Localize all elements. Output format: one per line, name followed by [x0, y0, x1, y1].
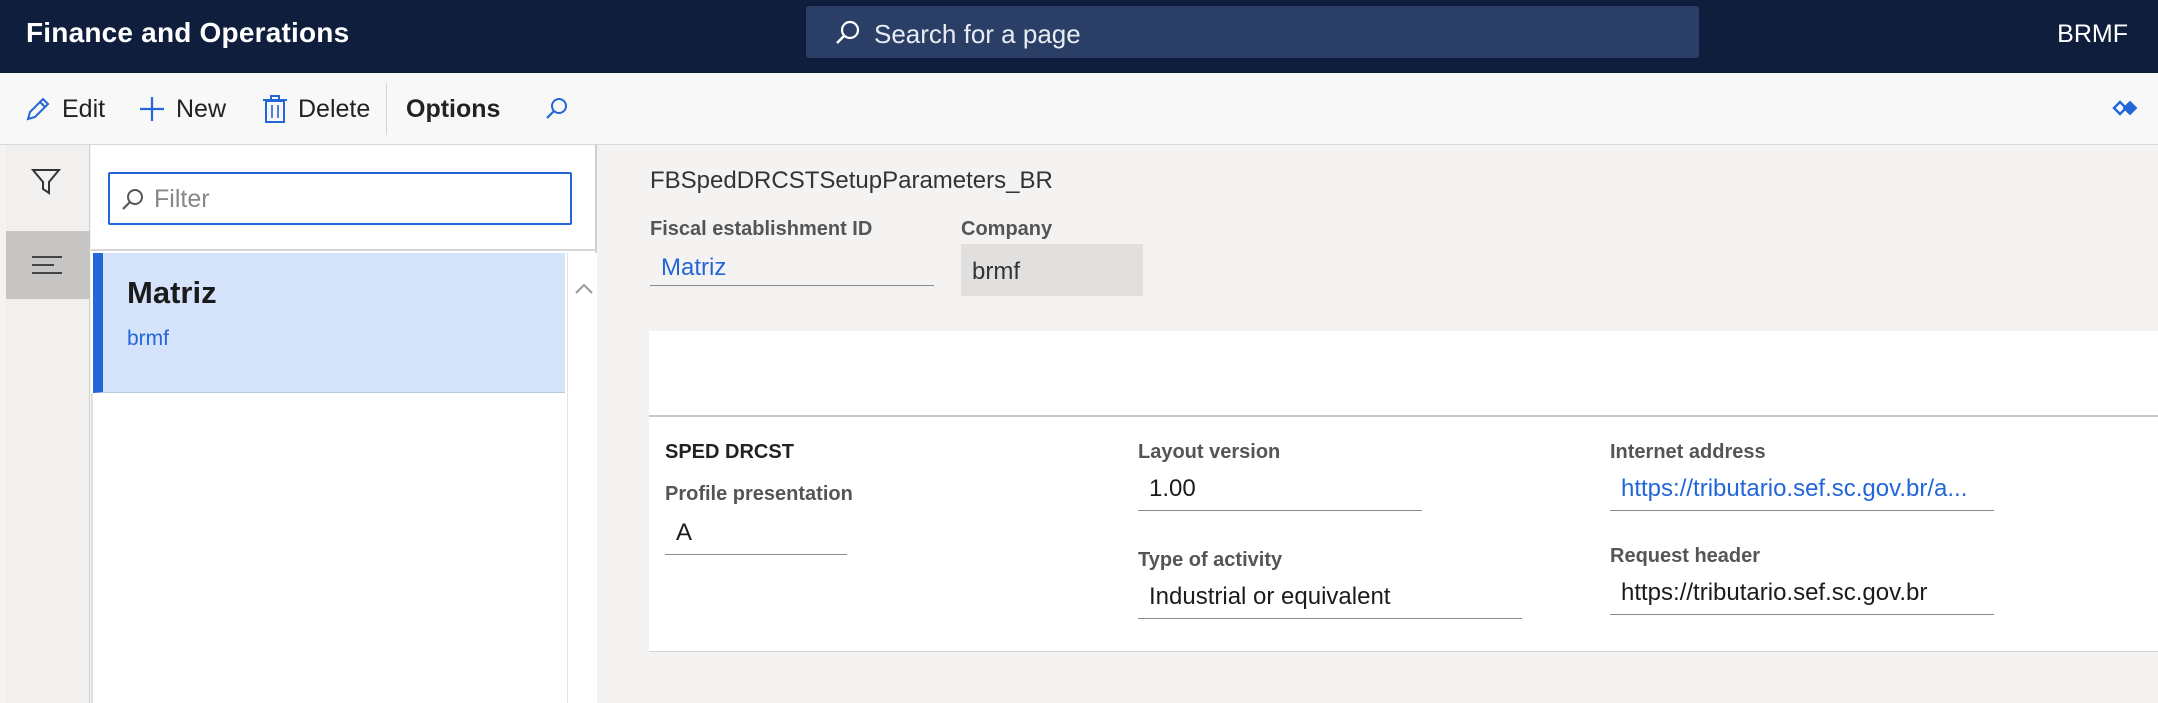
profile-presentation-field[interactable]: A: [665, 511, 847, 555]
filter-icon[interactable]: [30, 167, 62, 197]
list-divider: [91, 249, 597, 251]
top-navbar: Finance and Operations Search for a page…: [0, 0, 2158, 73]
list-scrollbar[interactable]: [567, 253, 597, 703]
filter-field[interactable]: [108, 172, 572, 225]
type-of-activity-field[interactable]: Industrial or equivalent: [1138, 575, 1522, 619]
action-divider: [386, 83, 387, 135]
edit-button[interactable]: Edit: [24, 91, 105, 127]
list-empty-area: [91, 393, 565, 703]
left-rail: [6, 145, 90, 703]
list-toggle[interactable]: [6, 231, 90, 299]
new-label: New: [176, 94, 227, 123]
company-label: Company: [961, 218, 1053, 240]
internet-address-field[interactable]: https://tributario.sef.sc.gov.br/a...: [1610, 467, 1994, 511]
search-icon: [122, 189, 143, 210]
edit-label: Edit: [62, 94, 106, 123]
list-icon: [32, 256, 62, 274]
form-header-card: [649, 331, 2158, 417]
request-header-field[interactable]: https://tributario.sef.sc.gov.br: [1610, 571, 1994, 615]
options-tab[interactable]: Options: [406, 91, 500, 127]
new-button[interactable]: New: [138, 91, 226, 127]
section-title: SPED DRCST: [665, 441, 794, 463]
record-list-panel: Matriz brmf: [91, 145, 597, 703]
profile-presentation-label: Profile presentation: [665, 483, 853, 505]
request-header-label: Request header: [1610, 545, 1761, 567]
delete-button[interactable]: Delete: [262, 91, 370, 127]
plus-icon: [140, 97, 164, 121]
details-pane: FBSpedDRCSTSetupParameters_BR Fiscal est…: [599, 145, 2158, 703]
delete-icon: [263, 95, 287, 123]
filter-input[interactable]: [154, 184, 554, 214]
list-item-title: Matriz: [127, 275, 217, 310]
fiscal-establishment-label: Fiscal establishment ID: [650, 218, 873, 240]
form-caption: FBSpedDRCSTSetupParameters_BR: [650, 167, 1053, 194]
layout-version-field[interactable]: 1.00: [1138, 467, 1422, 511]
search-icon: [836, 20, 860, 44]
list-item-subtitle: brmf: [127, 327, 169, 350]
page-search-box[interactable]: Search for a page: [806, 6, 1699, 58]
delete-label: Delete: [298, 94, 371, 123]
find-button[interactable]: [543, 91, 581, 127]
type-of-activity-label: Type of activity: [1138, 549, 1283, 571]
chevron-up-icon[interactable]: [574, 281, 594, 295]
search-placeholder: Search for a page: [874, 19, 1081, 49]
sped-drcst-card: SPED DRCST Profile presentation A Layout…: [649, 417, 2158, 652]
action-pane: Edit New Delete Options: [0, 73, 2158, 145]
fiscal-establishment-field[interactable]: Matriz: [650, 244, 934, 286]
layout-version-label: Layout version: [1138, 441, 1281, 463]
edit-icon: [26, 97, 50, 121]
find-icon: [546, 98, 567, 119]
expand-icon[interactable]: [2112, 97, 2138, 119]
list-item[interactable]: Matriz brmf: [93, 253, 565, 393]
company-picker[interactable]: BRMF: [2057, 20, 2128, 49]
company-field: brmf: [961, 244, 1143, 296]
app-title[interactable]: Finance and Operations: [26, 17, 349, 49]
internet-address-label: Internet address: [1610, 441, 1766, 463]
